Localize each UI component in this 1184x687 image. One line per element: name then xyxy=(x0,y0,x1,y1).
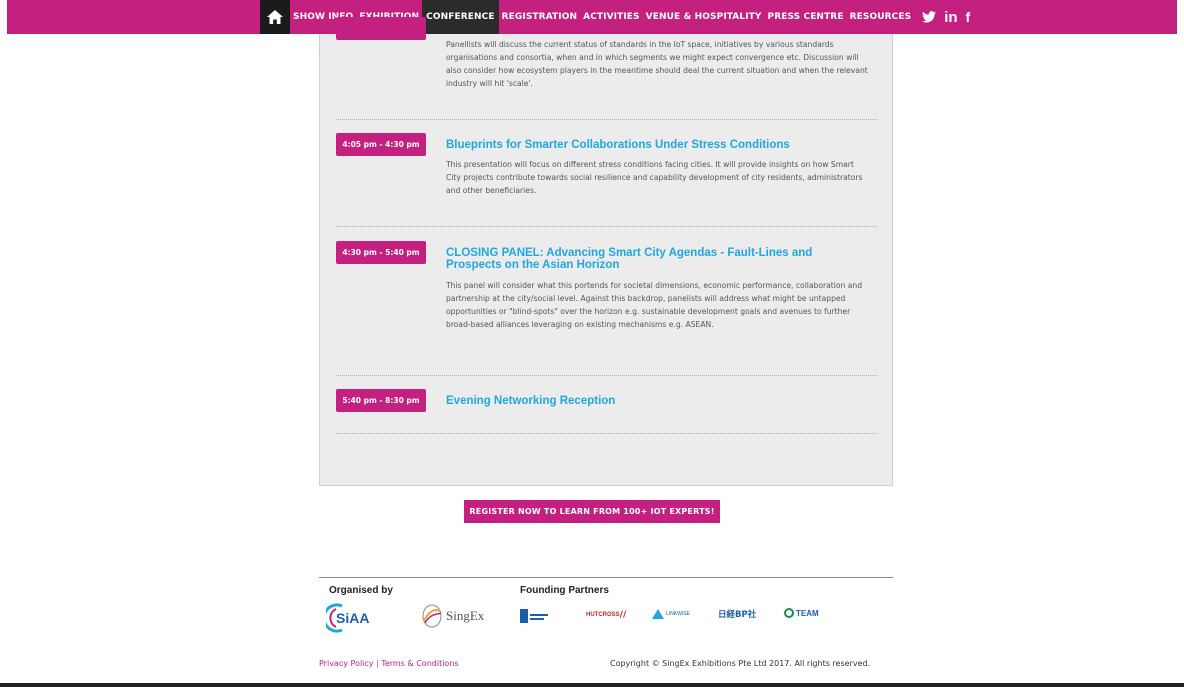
time-badge-partial xyxy=(336,17,426,40)
nav-item-activities[interactable]: ACTIVITIES xyxy=(580,0,643,34)
team-logo[interactable]: TEAM xyxy=(784,608,819,618)
home-icon xyxy=(267,10,283,24)
time-badge: 4:05 pm - 4:30 pm xyxy=(336,133,426,156)
singex-swirl-icon xyxy=(422,604,442,628)
terms-conditions-link[interactable]: Terms & Conditions xyxy=(381,659,458,668)
founding-partners-label: Founding Partners xyxy=(520,585,609,596)
hutcross-logo-text: HUTCROSS xyxy=(586,612,620,618)
organised-by-label: Organised by xyxy=(329,585,393,596)
linkwise-logo[interactable]: LINKWISE xyxy=(652,609,690,619)
team-logo-text: TEAM xyxy=(796,608,819,618)
footer-links: Privacy Policy | Terms & Conditions xyxy=(319,659,459,668)
nav-item-conference[interactable]: CONFERENCE xyxy=(422,0,499,34)
top-navigation-bar: SHOW INFO EXHIBITION CONFERENCE REGISTRA… xyxy=(7,0,1177,34)
agenda-item-title[interactable]: CLOSING PANEL: Advancing Smart City Agen… xyxy=(446,247,856,271)
agenda-divider xyxy=(336,375,877,376)
hutcross-logo[interactable]: HUTCROSS // xyxy=(586,610,626,620)
time-badge: 5:40 pm - 8:30 pm xyxy=(336,389,426,412)
time-badge: 4:30 pm - 5:40 pm xyxy=(336,241,426,264)
partner-logo-1[interactable] xyxy=(520,609,548,623)
social-links: in f xyxy=(918,9,974,26)
facebook-icon[interactable]: f xyxy=(966,9,971,25)
nav-item-venue-hospitality[interactable]: VENUE & HOSPITALITY xyxy=(643,0,765,34)
agenda-divider xyxy=(336,433,877,434)
copyright-text: Copyright © SingEx Exhibitions Pte Ltd 2… xyxy=(610,659,871,668)
footer-divider xyxy=(319,577,893,578)
agenda-item-description: This panel will consider what this porte… xyxy=(446,281,863,329)
linkedin-icon[interactable]: in xyxy=(944,9,957,26)
hutcross-mark-icon: // xyxy=(619,610,627,620)
team-logo-mark xyxy=(784,608,794,618)
agenda-divider xyxy=(336,226,877,227)
agenda-item-title[interactable]: Blueprints for Smarter Collaborations Un… xyxy=(446,139,856,151)
register-button[interactable]: REGISTER NOW TO LEARN FROM 100+ IOT EXPE… xyxy=(464,500,720,523)
agenda-item-description: This presentation will focus on differen… xyxy=(446,160,863,195)
nikkei-bp-logo[interactable]: 日経BP社 xyxy=(718,608,756,620)
bottom-bar xyxy=(0,683,1184,687)
nav-item-press-centre[interactable]: PRESS CENTRE xyxy=(765,0,847,34)
agenda-panel: Panellists will discuss the current stat… xyxy=(319,17,893,486)
nikkei-bp-logo-text: 日経BP社 xyxy=(718,610,757,620)
agenda-item-description: Panellists will discuss the current stat… xyxy=(446,40,868,88)
nav-item-resources[interactable]: RESOURCES xyxy=(847,0,915,34)
linkwise-logo-text: LINKWISE xyxy=(666,611,690,617)
twitter-link[interactable] xyxy=(922,11,937,23)
singex-logo-text: SingEx xyxy=(446,608,485,623)
siaa-logo[interactable]: SiAA xyxy=(326,603,378,633)
siaa-logo-text: SiAA xyxy=(336,610,370,626)
nav-item-registration[interactable]: REGISTRATION xyxy=(499,0,581,34)
twitter-icon xyxy=(922,11,937,23)
agenda-item-title[interactable]: Evening Networking Reception xyxy=(446,395,856,407)
partner-1-logo-mark xyxy=(520,609,548,623)
home-button[interactable] xyxy=(260,0,290,34)
singex-logo[interactable]: SingEx xyxy=(420,603,484,629)
privacy-policy-link[interactable]: Privacy Policy xyxy=(319,659,374,668)
linkwise-triangle-icon xyxy=(652,609,664,619)
agenda-divider xyxy=(336,119,877,120)
footer-link-separator: | xyxy=(376,659,379,668)
